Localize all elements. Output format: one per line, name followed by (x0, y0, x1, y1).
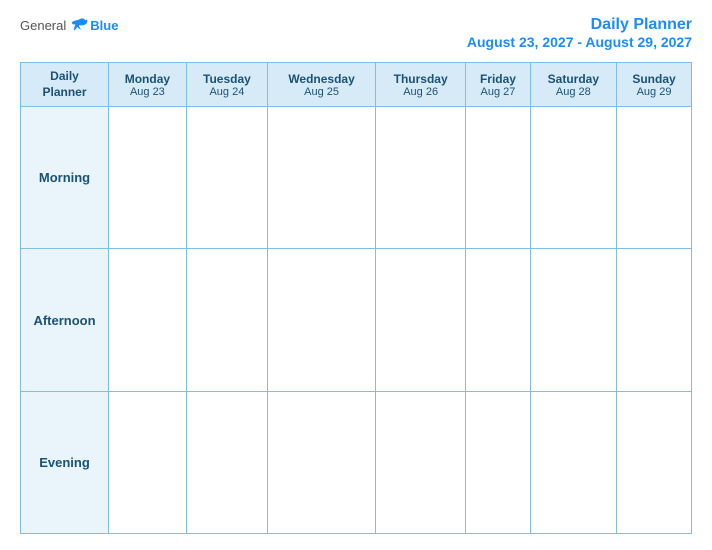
daily-planner-line1: Daily (50, 69, 79, 83)
col-saturday: Saturday Aug 28 (530, 63, 616, 107)
logo-bird-icon (70, 16, 88, 34)
morning-label: Morning (21, 107, 109, 249)
afternoon-monday[interactable] (109, 249, 187, 391)
afternoon-row: Afternoon (21, 249, 692, 391)
evening-monday[interactable] (109, 391, 187, 533)
morning-thursday[interactable] (376, 107, 466, 249)
sunday-name: Sunday (621, 72, 687, 86)
daily-planner-line2: Planner (42, 85, 86, 99)
evening-friday[interactable] (466, 391, 530, 533)
header: General Blue Daily Planner August 23, 20… (20, 16, 692, 50)
col-wednesday: Wednesday Aug 25 (268, 63, 376, 107)
page: General Blue Daily Planner August 23, 20… (0, 0, 712, 550)
col-tuesday: Tuesday Aug 24 (186, 63, 267, 107)
logo-text: General Blue (20, 16, 118, 34)
morning-wednesday[interactable] (268, 107, 376, 249)
thursday-name: Thursday (380, 72, 461, 86)
afternoon-saturday[interactable] (530, 249, 616, 391)
afternoon-label: Afternoon (21, 249, 109, 391)
afternoon-thursday[interactable] (376, 249, 466, 391)
title-date: August 23, 2027 - August 29, 2027 (467, 34, 692, 50)
tuesday-name: Tuesday (191, 72, 263, 86)
afternoon-wednesday[interactable] (268, 249, 376, 391)
friday-date: Aug 27 (470, 86, 525, 98)
header-row: Daily Planner Monday Aug 23 Tuesday Aug … (21, 63, 692, 107)
col-friday: Friday Aug 27 (466, 63, 530, 107)
evening-thursday[interactable] (376, 391, 466, 533)
thursday-date: Aug 26 (380, 86, 461, 98)
evening-label: Evening (21, 391, 109, 533)
col-sunday: Sunday Aug 29 (617, 63, 692, 107)
monday-date: Aug 23 (113, 86, 182, 98)
sunday-date: Aug 29 (621, 86, 687, 98)
tuesday-date: Aug 24 (191, 86, 263, 98)
evening-sunday[interactable] (617, 391, 692, 533)
saturday-name: Saturday (535, 72, 612, 86)
afternoon-friday[interactable] (466, 249, 530, 391)
monday-name: Monday (113, 72, 182, 86)
morning-saturday[interactable] (530, 107, 616, 249)
morning-sunday[interactable] (617, 107, 692, 249)
calendar-table: Daily Planner Monday Aug 23 Tuesday Aug … (20, 62, 692, 534)
col-thursday: Thursday Aug 26 (376, 63, 466, 107)
logo-general-text: General (20, 18, 66, 33)
logo-blue-text: Blue (90, 18, 118, 33)
logo-area: General Blue (20, 16, 118, 34)
daily-planner-header: Daily Planner (21, 63, 109, 107)
evening-tuesday[interactable] (186, 391, 267, 533)
saturday-date: Aug 28 (535, 86, 612, 98)
title-main: Daily Planner (467, 16, 692, 34)
title-area: Daily Planner August 23, 2027 - August 2… (467, 16, 692, 50)
evening-saturday[interactable] (530, 391, 616, 533)
evening-wednesday[interactable] (268, 391, 376, 533)
morning-tuesday[interactable] (186, 107, 267, 249)
afternoon-tuesday[interactable] (186, 249, 267, 391)
evening-row: Evening (21, 391, 692, 533)
wednesday-date: Aug 25 (272, 86, 371, 98)
afternoon-sunday[interactable] (617, 249, 692, 391)
morning-row: Morning (21, 107, 692, 249)
col-monday: Monday Aug 23 (109, 63, 187, 107)
morning-friday[interactable] (466, 107, 530, 249)
wednesday-name: Wednesday (272, 72, 371, 86)
morning-monday[interactable] (109, 107, 187, 249)
friday-name: Friday (470, 72, 525, 86)
